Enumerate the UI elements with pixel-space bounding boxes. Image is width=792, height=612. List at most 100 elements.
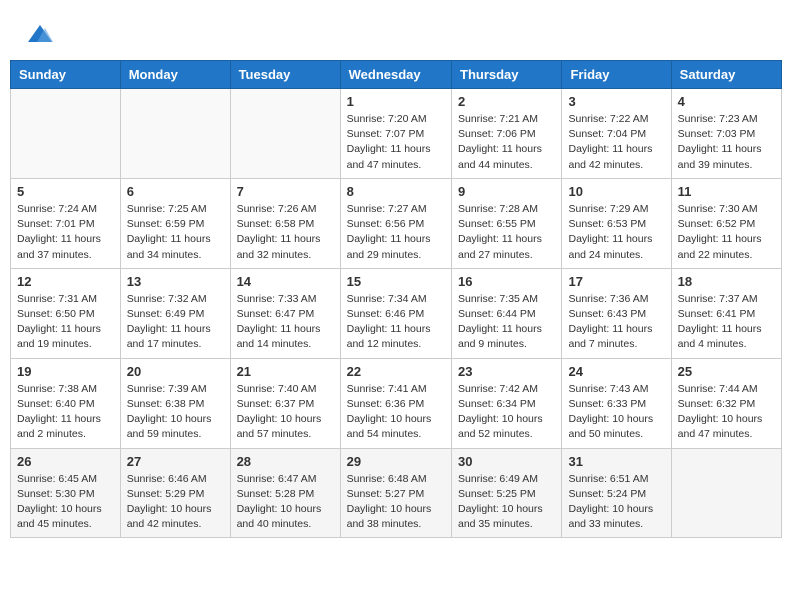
day-number: 5: [17, 184, 114, 199]
day-info: Sunrise: 7:24 AM Sunset: 7:01 PM Dayligh…: [17, 202, 114, 263]
calendar-cell: 18 Sunrise: 7:37 AM Sunset: 6:41 PM Dayli…: [671, 268, 781, 358]
calendar-cell: 7 Sunrise: 7:26 AM Sunset: 6:58 PM Daylig…: [230, 178, 340, 268]
day-number: 28: [237, 454, 334, 469]
weekday-header-monday: Monday: [120, 61, 230, 89]
calendar-cell: 20 Sunrise: 7:39 AM Sunset: 6:38 PM Dayli…: [120, 358, 230, 448]
calendar-cell: 16 Sunrise: 7:35 AM Sunset: 6:44 PM Dayli…: [452, 268, 562, 358]
day-info: Sunrise: 6:46 AM Sunset: 5:29 PM Dayligh…: [127, 472, 224, 533]
day-info: Sunrise: 6:47 AM Sunset: 5:28 PM Dayligh…: [237, 472, 334, 533]
day-number: 19: [17, 364, 114, 379]
day-info: Sunrise: 7:36 AM Sunset: 6:43 PM Dayligh…: [568, 292, 664, 353]
weekday-header-row: SundayMondayTuesdayWednesdayThursdayFrid…: [11, 61, 782, 89]
day-number: 13: [127, 274, 224, 289]
day-number: 1: [347, 94, 445, 109]
weekday-header-saturday: Saturday: [671, 61, 781, 89]
day-number: 7: [237, 184, 334, 199]
day-number: 16: [458, 274, 555, 289]
day-number: 23: [458, 364, 555, 379]
day-info: Sunrise: 7:32 AM Sunset: 6:49 PM Dayligh…: [127, 292, 224, 353]
day-info: Sunrise: 7:42 AM Sunset: 6:34 PM Dayligh…: [458, 382, 555, 443]
calendar-table: SundayMondayTuesdayWednesdayThursdayFrid…: [10, 60, 782, 538]
day-info: Sunrise: 7:21 AM Sunset: 7:06 PM Dayligh…: [458, 112, 555, 173]
calendar-cell: 1 Sunrise: 7:20 AM Sunset: 7:07 PM Daylig…: [340, 89, 451, 179]
day-number: 10: [568, 184, 664, 199]
calendar-cell: 8 Sunrise: 7:27 AM Sunset: 6:56 PM Daylig…: [340, 178, 451, 268]
calendar-cell: [230, 89, 340, 179]
day-number: 14: [237, 274, 334, 289]
day-info: Sunrise: 7:23 AM Sunset: 7:03 PM Dayligh…: [678, 112, 775, 173]
calendar-cell: 17 Sunrise: 7:36 AM Sunset: 6:43 PM Dayli…: [562, 268, 671, 358]
calendar-cell: 23 Sunrise: 7:42 AM Sunset: 6:34 PM Dayli…: [452, 358, 562, 448]
logo: [25, 20, 58, 50]
day-info: Sunrise: 6:48 AM Sunset: 5:27 PM Dayligh…: [347, 472, 445, 533]
day-info: Sunrise: 7:37 AM Sunset: 6:41 PM Dayligh…: [678, 292, 775, 353]
calendar-cell: [120, 89, 230, 179]
calendar-cell: 26 Sunrise: 6:45 AM Sunset: 5:30 PM Dayli…: [11, 448, 121, 538]
day-number: 31: [568, 454, 664, 469]
day-number: 15: [347, 274, 445, 289]
day-info: Sunrise: 7:35 AM Sunset: 6:44 PM Dayligh…: [458, 292, 555, 353]
day-number: 6: [127, 184, 224, 199]
calendar-week-row: 5 Sunrise: 7:24 AM Sunset: 7:01 PM Daylig…: [11, 178, 782, 268]
day-info: Sunrise: 6:51 AM Sunset: 5:24 PM Dayligh…: [568, 472, 664, 533]
calendar-week-row: 12 Sunrise: 7:31 AM Sunset: 6:50 PM Dayli…: [11, 268, 782, 358]
day-number: 3: [568, 94, 664, 109]
calendar-cell: 12 Sunrise: 7:31 AM Sunset: 6:50 PM Dayli…: [11, 268, 121, 358]
calendar-cell: 19Sunrise: 7:38 AM Sunset: 6:40 PM Dayli…: [11, 358, 121, 448]
day-info: Sunrise: 7:25 AM Sunset: 6:59 PM Dayligh…: [127, 202, 224, 263]
day-info: Sunrise: 7:29 AM Sunset: 6:53 PM Dayligh…: [568, 202, 664, 263]
day-info: Sunrise: 7:20 AM Sunset: 7:07 PM Dayligh…: [347, 112, 445, 173]
calendar-cell: 28 Sunrise: 6:47 AM Sunset: 5:28 PM Dayli…: [230, 448, 340, 538]
day-info: Sunrise: 7:22 AM Sunset: 7:04 PM Dayligh…: [568, 112, 664, 173]
logo-icon: [25, 20, 55, 50]
day-number: 8: [347, 184, 445, 199]
weekday-header-tuesday: Tuesday: [230, 61, 340, 89]
day-number: 12: [17, 274, 114, 289]
weekday-header-thursday: Thursday: [452, 61, 562, 89]
day-info: Sunrise: 7:39 AM Sunset: 6:38 PM Dayligh…: [127, 382, 224, 443]
calendar-week-row: 26 Sunrise: 6:45 AM Sunset: 5:30 PM Dayli…: [11, 448, 782, 538]
calendar-cell: 22Sunrise: 7:41 AM Sunset: 6:36 PM Dayli…: [340, 358, 451, 448]
day-info: Sunrise: 7:43 AM Sunset: 6:33 PM Dayligh…: [568, 382, 664, 443]
day-number: 11: [678, 184, 775, 199]
day-info: Sunrise: 7:27 AM Sunset: 6:56 PM Dayligh…: [347, 202, 445, 263]
calendar-cell: 11 Sunrise: 7:30 AM Sunset: 6:52 PM Dayli…: [671, 178, 781, 268]
weekday-header-sunday: Sunday: [11, 61, 121, 89]
day-info: Sunrise: 7:41 AM Sunset: 6:36 PM Dayligh…: [347, 382, 445, 443]
day-number: 18: [678, 274, 775, 289]
day-info: Sunrise: 6:45 AM Sunset: 5:30 PM Dayligh…: [17, 472, 114, 533]
day-number: 20: [127, 364, 224, 379]
calendar-cell: 31 Sunrise: 6:51 AM Sunset: 5:24 PM Dayli…: [562, 448, 671, 538]
day-number: 21: [237, 364, 334, 379]
day-info: Sunrise: 7:31 AM Sunset: 6:50 PM Dayligh…: [17, 292, 114, 353]
calendar-cell: 30Sunrise: 6:49 AM Sunset: 5:25 PM Dayli…: [452, 448, 562, 538]
weekday-header-friday: Friday: [562, 61, 671, 89]
calendar-cell: 10 Sunrise: 7:29 AM Sunset: 6:53 PM Dayli…: [562, 178, 671, 268]
day-number: 30: [458, 454, 555, 469]
page-header: [10, 10, 782, 55]
day-info: Sunrise: 7:34 AM Sunset: 6:46 PM Dayligh…: [347, 292, 445, 353]
calendar-cell: 27 Sunrise: 6:46 AM Sunset: 5:29 PM Dayli…: [120, 448, 230, 538]
calendar-cell: 29 Sunrise: 6:48 AM Sunset: 5:27 PM Dayli…: [340, 448, 451, 538]
calendar-week-row: 19Sunrise: 7:38 AM Sunset: 6:40 PM Dayli…: [11, 358, 782, 448]
day-number: 2: [458, 94, 555, 109]
calendar-cell: 21Sunrise: 7:40 AM Sunset: 6:37 PM Dayli…: [230, 358, 340, 448]
day-info: Sunrise: 7:44 AM Sunset: 6:32 PM Dayligh…: [678, 382, 775, 443]
day-number: 17: [568, 274, 664, 289]
day-info: Sunrise: 7:28 AM Sunset: 6:55 PM Dayligh…: [458, 202, 555, 263]
day-number: 24: [568, 364, 664, 379]
day-info: Sunrise: 7:33 AM Sunset: 6:47 PM Dayligh…: [237, 292, 334, 353]
calendar-cell: 2 Sunrise: 7:21 AM Sunset: 7:06 PM Daylig…: [452, 89, 562, 179]
day-info: Sunrise: 7:30 AM Sunset: 6:52 PM Dayligh…: [678, 202, 775, 263]
day-number: 29: [347, 454, 445, 469]
calendar-cell: 9 Sunrise: 7:28 AM Sunset: 6:55 PM Daylig…: [452, 178, 562, 268]
day-info: Sunrise: 7:26 AM Sunset: 6:58 PM Dayligh…: [237, 202, 334, 263]
day-number: 9: [458, 184, 555, 199]
calendar-cell: 4 Sunrise: 7:23 AM Sunset: 7:03 PM Daylig…: [671, 89, 781, 179]
day-number: 26: [17, 454, 114, 469]
calendar-cell: 14 Sunrise: 7:33 AM Sunset: 6:47 PM Dayli…: [230, 268, 340, 358]
day-number: 27: [127, 454, 224, 469]
calendar-cell: 6 Sunrise: 7:25 AM Sunset: 6:59 PM Daylig…: [120, 178, 230, 268]
day-number: 4: [678, 94, 775, 109]
day-number: 25: [678, 364, 775, 379]
